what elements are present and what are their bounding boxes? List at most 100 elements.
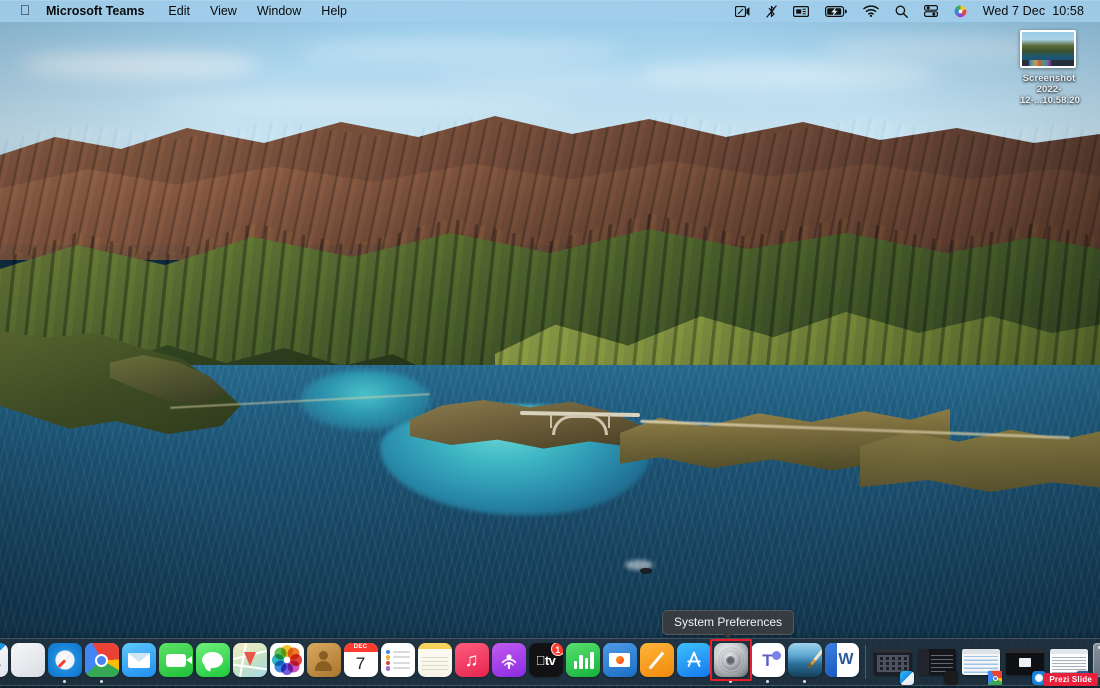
menu-bar-time: 10:58 <box>1052 4 1084 18</box>
menu-bar-left:  Microsoft Teams Edit View Window Help <box>0 0 357 22</box>
dock-item-chrome[interactable] <box>85 641 119 683</box>
dock-minimized-window-3[interactable] <box>960 641 1002 683</box>
dock: DEC 7 ♫ tv 1 <box>0 638 1100 686</box>
chrome-icon[interactable] <box>85 643 119 677</box>
photos-icon[interactable] <box>270 643 304 677</box>
dock-item-pages[interactable] <box>640 641 674 683</box>
system-preferences-icon[interactable] <box>714 643 748 677</box>
facetime-icon[interactable] <box>159 643 193 677</box>
menu-item-window[interactable]: Window <box>247 0 311 22</box>
menu-app-name[interactable]: Microsoft Teams <box>38 0 158 22</box>
dock-item-keynote[interactable] <box>603 641 637 683</box>
menu-item-view[interactable]: View <box>200 0 247 22</box>
finder-icon[interactable] <box>0 643 8 677</box>
dock-item-preview[interactable] <box>788 641 822 683</box>
mail-icon[interactable] <box>122 643 156 677</box>
screenshot-file-label: Screenshot 2022-12-...10.58.20 <box>1020 73 1078 106</box>
apple-menu-icon[interactable]:  <box>12 3 38 19</box>
dock-item-facetime[interactable] <box>159 641 193 683</box>
dock-minimized-window-1[interactable] <box>872 641 914 683</box>
running-indicator <box>26 680 30 684</box>
running-indicator <box>470 680 474 684</box>
dock-item-launchpad[interactable] <box>11 641 45 683</box>
minimized-window-app-icon <box>944 671 958 685</box>
calendar-icon[interactable]: DEC 7 <box>344 643 378 677</box>
numbers-icon[interactable] <box>566 643 600 677</box>
dock-item-microsoft-teams[interactable]: T <box>751 641 785 683</box>
menu-bar-clock[interactable]: Wed 7 Dec 10:58 <box>975 4 1090 18</box>
screen-recording-icon[interactable] <box>727 0 758 22</box>
menu-item-edit[interactable]: Edit <box>158 0 200 22</box>
display-icon[interactable] <box>785 0 817 22</box>
running-indicator <box>396 680 400 684</box>
pages-icon[interactable] <box>640 643 674 677</box>
running-indicator <box>100 680 104 684</box>
battery-charging-icon[interactable] <box>817 0 855 22</box>
dock-item-podcasts[interactable] <box>492 641 526 683</box>
microsoft-word-icon[interactable]: W <box>825 643 859 677</box>
menu-bar-status-area: Wed 7 Dec 10:58 <box>727 0 1100 22</box>
dock-item-maps[interactable] <box>233 641 267 683</box>
wallpaper-bixby-bridge <box>520 412 640 434</box>
dock-item-system-preferences[interactable] <box>714 641 748 683</box>
dock-item-mail[interactable] <box>122 641 156 683</box>
menu-item-help[interactable]: Help <box>311 0 357 22</box>
screenshot-file-label-line2: 2022-12-...10.58.20 <box>1020 84 1078 106</box>
safari-icon[interactable] <box>48 643 82 677</box>
messages-icon[interactable] <box>196 643 230 677</box>
dock-item-safari[interactable] <box>48 641 82 683</box>
spotlight-search-icon[interactable] <box>887 0 916 22</box>
music-icon[interactable]: ♫ <box>455 643 489 677</box>
microsoft-teams-icon[interactable]: T <box>751 643 785 677</box>
minimized-window-app-icon <box>900 671 914 685</box>
dock-item-messages[interactable] <box>196 641 230 683</box>
dock-minimized-window-4[interactable] <box>1004 641 1046 683</box>
dock-item-contacts[interactable] <box>307 641 341 683</box>
podcasts-icon[interactable] <box>492 643 526 677</box>
app-store-icon[interactable] <box>677 643 711 677</box>
watermark-badge: Prezi Slide <box>1043 673 1098 686</box>
reminders-icon[interactable] <box>381 643 415 677</box>
wifi-icon[interactable] <box>855 0 887 22</box>
bridge-arch <box>552 415 608 435</box>
cloud-shape <box>20 52 260 78</box>
dock-item-calendar[interactable]: DEC 7 <box>344 641 378 683</box>
desktop-file-screenshot[interactable]: Screenshot 2022-12-...10.58.20 <box>1020 30 1078 106</box>
chrome-center <box>95 654 108 667</box>
apple-tv-icon[interactable]: tv 1 <box>529 643 563 677</box>
dock-item-notes[interactable] <box>418 641 452 683</box>
dock-minimized-window-2[interactable] <box>916 641 958 683</box>
notification-badge: 1 <box>551 643 563 656</box>
dock-item-photos[interactable] <box>270 641 304 683</box>
running-indicator <box>174 680 178 684</box>
dock-item-app-store[interactable] <box>677 641 711 683</box>
dock-item-appletv[interactable]: tv 1 <box>529 641 563 683</box>
trash-icon[interactable] <box>1093 643 1100 677</box>
color-wheel-icon[interactable] <box>946 0 975 22</box>
running-indicator <box>248 680 252 684</box>
minimized-window-app-icon <box>988 671 1002 685</box>
bridge-pier <box>550 415 552 428</box>
dock-item-numbers[interactable] <box>566 641 600 683</box>
screenshot-thumbnail-image[interactable] <box>1020 30 1076 68</box>
preview-icon[interactable] <box>788 643 822 677</box>
keynote-icon[interactable] <box>603 643 637 677</box>
notes-icon[interactable] <box>418 643 452 677</box>
menu-bar-date: Wed 7 Dec <box>983 4 1046 18</box>
maps-icon[interactable] <box>233 643 267 677</box>
running-indicator <box>544 680 548 684</box>
launchpad-icon[interactable] <box>11 643 45 677</box>
running-indicator <box>766 680 770 684</box>
running-indicator <box>211 680 215 684</box>
dock-item-microsoft-word[interactable]: W <box>825 641 859 683</box>
running-indicator <box>433 680 437 684</box>
dock-item-finder[interactable] <box>0 641 8 683</box>
running-indicator <box>729 680 733 684</box>
contacts-icon[interactable] <box>307 643 341 677</box>
bluetooth-off-icon[interactable] <box>758 0 785 22</box>
desktop-wallpaper[interactable] <box>0 0 1100 688</box>
dock-item-reminders[interactable] <box>381 641 415 683</box>
dock-item-music[interactable]: ♫ <box>455 641 489 683</box>
cloud-shape <box>300 40 620 62</box>
control-center-icon[interactable] <box>916 0 946 22</box>
